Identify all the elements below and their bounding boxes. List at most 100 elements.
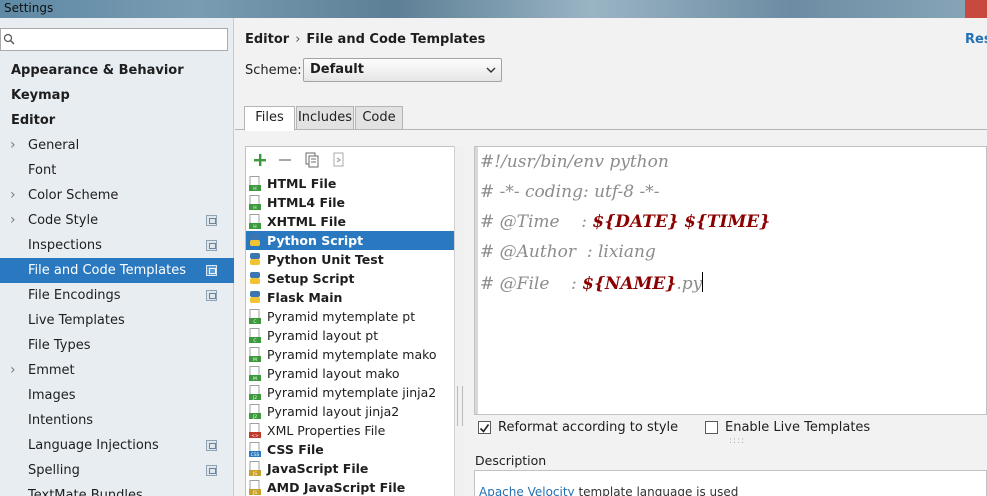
code-line-1: #!/usr/bin/env python <box>480 152 669 172</box>
template-list-item[interactable]: H HTML File <box>246 174 463 193</box>
template-label: Pyramid layout mako <box>267 366 400 381</box>
project-scope-icon <box>206 215 217 226</box>
project-scope-icon <box>206 240 217 251</box>
svg-text:CSS: CSS <box>251 452 260 457</box>
template-list-item[interactable]: H XHTML File <box>246 212 463 231</box>
template-list-item[interactable]: H HTML4 File <box>246 193 463 212</box>
sidebar-item[interactable]: Intentions <box>0 408 234 433</box>
chevron-right-icon[interactable]: › <box>10 208 16 233</box>
template-label: XHTML File <box>267 214 346 229</box>
sidebar-item[interactable]: › Code Style <box>0 208 234 233</box>
settings-sidebar: Appearance & Behavior Keymap Editor › Genera… <box>0 18 234 496</box>
sidebar-item[interactable]: Appearance & Behavior <box>0 58 234 83</box>
sidebar-item[interactable]: Font <box>0 158 234 183</box>
chevron-right-icon[interactable]: › <box>10 133 16 158</box>
template-list-item[interactable]: C Pyramid layout pt <box>246 326 463 345</box>
template-list-item[interactable]: J2 Pyramid mytemplate jinja2 <box>246 383 463 402</box>
sidebar-item-label: Color Scheme <box>28 188 119 203</box>
jinja2-file-icon: J2 <box>249 385 261 400</box>
template-list-panel: H HTML File H HTML4 File H XHTML File Python S… <box>245 146 464 496</box>
python-file-icon <box>250 234 260 246</box>
template-list-item[interactable]: JS JavaScript File <box>246 459 463 478</box>
mako-file-icon: M <box>249 366 261 381</box>
project-scope-icon <box>206 265 217 276</box>
live-templates-checkbox[interactable] <box>705 421 718 434</box>
sidebar-item-label: Live Templates <box>28 313 125 328</box>
remove-icon[interactable] <box>276 151 294 169</box>
tab-code[interactable]: Code <box>355 106 403 130</box>
chevron-down-icon <box>486 67 496 73</box>
velocity-link[interactable]: Apache Velocity <box>479 485 575 496</box>
search-icon <box>3 33 15 45</box>
template-list-item[interactable]: JS AMD JavaScript File <box>246 478 463 496</box>
reset-to-default-icon[interactable] <box>330 151 348 169</box>
template-list-item[interactable]: Python Unit Test <box>246 250 463 269</box>
template-label: JavaScript File <box>267 461 369 476</box>
jinja2-file-icon: J2 <box>249 404 261 419</box>
tab-includes[interactable]: Includes <box>296 106 354 130</box>
template-label: Pyramid mytemplate mako <box>267 347 437 362</box>
template-list-item[interactable]: Flask Main <box>246 288 463 307</box>
sidebar-item[interactable]: Editor <box>0 108 234 133</box>
template-list-item[interactable]: C Pyramid mytemplate pt <box>246 307 463 326</box>
sidebar-item[interactable]: Images <box>0 383 234 408</box>
project-scope-icon <box>206 465 217 476</box>
sidebar-item[interactable]: Language Injections <box>0 433 234 458</box>
svg-text:J2: J2 <box>252 414 257 419</box>
scrollbar-grip[interactable] <box>457 386 463 426</box>
js-file-icon: JS <box>249 461 261 476</box>
code-line-2: # -*- coding: utf-8 -*- <box>480 182 660 202</box>
template-list-item[interactable]: <> XML Properties File <box>246 421 463 440</box>
template-list-item[interactable]: M Pyramid mytemplate mako <box>246 345 463 364</box>
sidebar-item[interactable]: Keymap <box>0 83 234 108</box>
sidebar-item[interactable]: › Color Scheme <box>0 183 234 208</box>
template-label: AMD JavaScript File <box>267 480 406 495</box>
sidebar-item[interactable]: Spelling <box>0 458 234 483</box>
scheme-dropdown[interactable]: Default <box>303 58 502 82</box>
sidebar-item[interactable]: TextMate Bundles <box>0 483 234 496</box>
sidebar-item-label: File and Code Templates <box>28 263 186 278</box>
chevron-right-icon[interactable]: › <box>10 358 16 383</box>
xml-file-icon: <> <box>249 423 261 438</box>
template-list-item[interactable]: Setup Script <box>246 269 463 288</box>
chevron-right-icon[interactable]: › <box>10 183 16 208</box>
template-code-editor[interactable]: #!/usr/bin/env python # -*- coding: utf-… <box>474 146 987 415</box>
template-list-item[interactable]: M Pyramid layout mako <box>246 364 463 383</box>
sidebar-item[interactable]: Live Templates <box>0 308 234 333</box>
sidebar-item[interactable]: › Emmet <box>0 358 234 383</box>
settings-search-input[interactable] <box>0 28 228 51</box>
chameleon-file-icon: C <box>249 309 261 324</box>
scheme-label: Scheme: <box>245 63 302 78</box>
python-file-icon <box>250 253 260 265</box>
scheme-value: Default <box>310 62 364 77</box>
svg-text:M: M <box>253 376 257 381</box>
sidebar-item[interactable]: File Types <box>0 333 234 358</box>
name-variable: ${NAME} <box>582 274 677 294</box>
text-caret <box>702 272 704 292</box>
description-label: Description <box>475 453 547 468</box>
sidebar-item-label: Intentions <box>28 413 94 428</box>
reset-link[interactable]: Reset <box>965 32 987 47</box>
add-icon[interactable] <box>251 151 269 169</box>
close-icon[interactable] <box>965 0 987 18</box>
sidebar-item-label: File Encodings <box>28 288 121 303</box>
sidebar-item[interactable]: › General <box>0 133 234 158</box>
template-list-item[interactable]: J2 Pyramid layout jinja2 <box>246 402 463 421</box>
template-list-scrollbar[interactable] <box>454 146 464 496</box>
template-toolbar <box>246 147 463 173</box>
sidebar-item-label: File Types <box>28 338 91 353</box>
sidebar-item-label: Font <box>28 163 57 178</box>
sidebar-item[interactable]: File Encodings <box>0 283 234 308</box>
splitter-handle[interactable]: :::: <box>729 436 745 446</box>
template-list-item[interactable]: CSS CSS File <box>246 440 463 459</box>
code-line-5: # @File : ${NAME}.py <box>480 272 704 294</box>
copy-icon[interactable] <box>303 151 321 169</box>
sidebar-item[interactable]: File and Code Templates <box>0 258 234 283</box>
svg-text:H: H <box>253 205 256 210</box>
description-text: Apache Velocity template language is use… <box>479 485 738 496</box>
template-list-item[interactable]: Python Script <box>246 231 463 250</box>
tab-files[interactable]: Files <box>244 106 295 131</box>
sidebar-item[interactable]: Inspections <box>0 233 234 258</box>
reformat-checkbox[interactable] <box>478 421 491 434</box>
sidebar-item-label: Code Style <box>28 213 99 228</box>
